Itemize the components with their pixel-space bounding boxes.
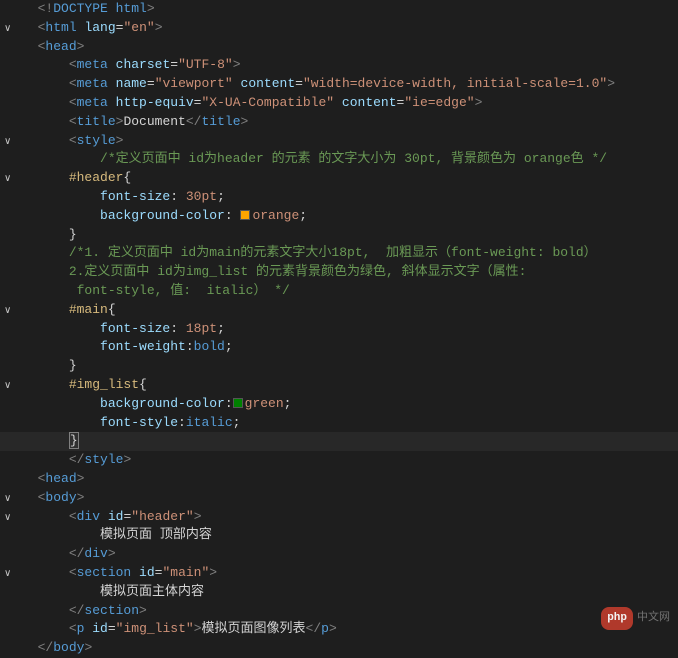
code-line: 模拟页面 顶部内容 — [0, 526, 678, 545]
code-line: <head> — [0, 38, 678, 57]
code-line: <meta charset="UTF-8"> — [0, 56, 678, 75]
code-line: background-color:green; — [0, 395, 678, 414]
code-line: <meta http-equiv="X-UA-Compatible" conte… — [0, 94, 678, 113]
code-line: } — [0, 357, 678, 376]
code-line: ∨ <style> — [0, 132, 678, 151]
code-line: font-size: 18pt; — [0, 320, 678, 339]
code-line: ∨ <html lang="en"> — [0, 19, 678, 38]
code-line: ∨ <section id="main"> — [0, 564, 678, 583]
code-line: font-style:italic; — [0, 414, 678, 433]
code-line: ∨ <body> — [0, 489, 678, 508]
code-line-active: } — [0, 432, 678, 451]
watermark: php 中文网 — [601, 607, 670, 630]
code-line: </div> — [0, 545, 678, 564]
code-line: ∨ #main{ — [0, 301, 678, 320]
color-swatch-green — [233, 398, 243, 408]
code-line: <head> — [0, 470, 678, 489]
code-line: <!DOCTYPE html> — [0, 0, 678, 19]
code-line: ∨ #img_list{ — [0, 376, 678, 395]
code-line: ∨ <div id="header"> — [0, 508, 678, 527]
code-line: /*定义页面中 id为header 的元素 的文字大小为 30pt, 背景颜色为… — [0, 150, 678, 169]
code-line: </style> — [0, 451, 678, 470]
code-editor[interactable]: <!DOCTYPE html> ∨ <html lang="en"> <head… — [0, 0, 678, 658]
code-line: font-weight:bold; — [0, 338, 678, 357]
code-line: </body> — [0, 639, 678, 658]
code-line: 模拟页面主体内容 — [0, 583, 678, 602]
color-swatch-orange — [240, 210, 250, 220]
code-line: font-style, 值: italic） */ — [0, 282, 678, 301]
code-line: } — [0, 226, 678, 245]
code-line: font-size: 30pt; — [0, 188, 678, 207]
code-line: ∨ #header{ — [0, 169, 678, 188]
code-line: /*1. 定义页面中 id为main的元素文字大小18pt, 加粗显示（font… — [0, 244, 678, 263]
code-line: </section> — [0, 602, 678, 621]
code-line: 2.定义页面中 id为img_list 的元素背景颜色为绿色, 斜体显示文字（属… — [0, 263, 678, 282]
code-line: <p id="img_list">模拟页面图像列表</p> — [0, 620, 678, 639]
code-line: <title>Document</title> — [0, 113, 678, 132]
watermark-text: 中文网 — [637, 609, 670, 628]
code-line: background-color: orange; — [0, 207, 678, 226]
watermark-logo: php — [601, 607, 633, 630]
code-line: <meta name="viewport" content="width=dev… — [0, 75, 678, 94]
